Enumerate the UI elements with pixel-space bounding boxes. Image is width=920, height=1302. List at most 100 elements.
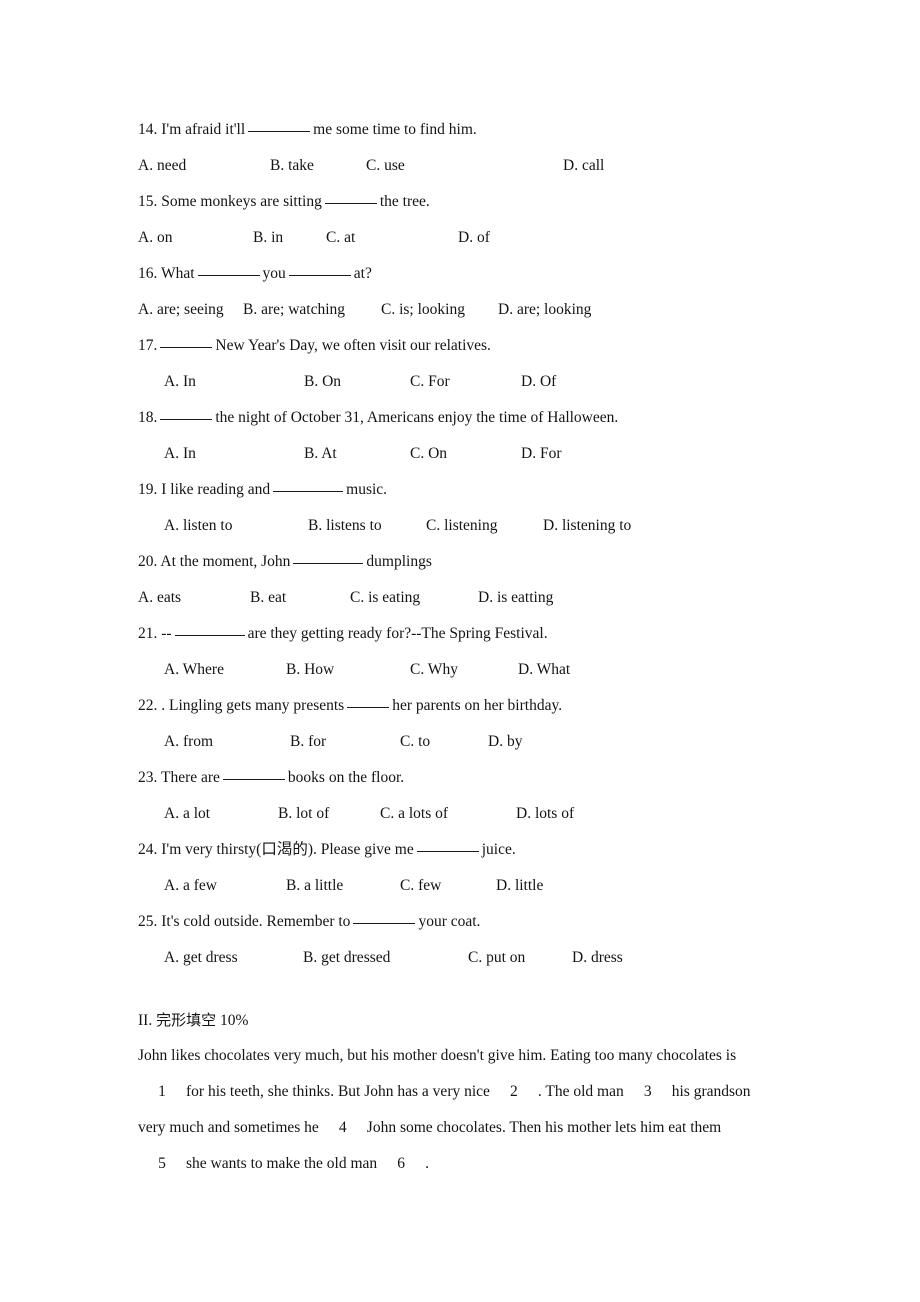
answer-option[interactable]: C. a lots of: [380, 796, 448, 832]
answer-blank[interactable]: [293, 563, 364, 564]
answer-option[interactable]: A. a few: [164, 868, 217, 904]
question-stem-text: you: [262, 265, 286, 282]
answer-option[interactable]: C. is eating: [350, 580, 420, 616]
answer-option[interactable]: D. call: [563, 148, 604, 184]
question-stem-text: books on the floor.: [287, 769, 405, 786]
answer-option[interactable]: C. Why: [410, 652, 458, 688]
answer-option[interactable]: A. a lot: [164, 796, 210, 832]
answer-option[interactable]: B. On: [304, 364, 341, 400]
question-stem: 17. New Year's Day, we often visit our re…: [138, 328, 838, 364]
answer-option[interactable]: C. at: [326, 220, 355, 256]
cloze-section: II. 完形填空 10% John likes chocolates very m…: [138, 1002, 838, 1182]
answer-option[interactable]: A. Where: [164, 652, 224, 688]
answer-option[interactable]: C. On: [410, 436, 447, 472]
cloze-blank-number[interactable]: 4: [335, 1110, 351, 1146]
answer-option[interactable]: B. listens to: [308, 508, 382, 544]
question-stem: 14. I'm afraid it'll me some time to find…: [138, 112, 838, 148]
answer-option[interactable]: D. listening to: [543, 508, 631, 544]
answer-option[interactable]: C. use: [366, 148, 405, 184]
answer-option[interactable]: C. For: [410, 364, 450, 400]
question-options-row: A. need B. take C. use D. call: [138, 148, 838, 184]
answer-option[interactable]: D. Of: [521, 364, 556, 400]
answer-option[interactable]: C. is; looking: [381, 292, 465, 328]
cloze-blank-number[interactable]: 6: [393, 1146, 409, 1182]
answer-option[interactable]: D. lots of: [516, 796, 574, 832]
answer-blank[interactable]: [248, 131, 311, 132]
answer-option[interactable]: A. on: [138, 220, 172, 256]
answer-option[interactable]: B. get dressed: [303, 940, 390, 976]
answer-option[interactable]: D. are; looking: [498, 292, 591, 328]
question-options-row: A. get dress B. get dressed C. put on D. dr…: [138, 940, 838, 976]
question-stem-text: your coat.: [418, 913, 481, 930]
answer-option[interactable]: B. for: [290, 724, 326, 760]
answer-option[interactable]: A. need: [138, 148, 186, 184]
question-stem-text: 19. I like reading and: [138, 481, 271, 498]
answer-blank[interactable]: [197, 275, 260, 276]
question-stem-text: me some time to find him.: [313, 121, 477, 138]
answer-blank[interactable]: [222, 779, 285, 780]
answer-option[interactable]: B. take: [270, 148, 314, 184]
answer-option[interactable]: D. dress: [572, 940, 623, 976]
answer-blank[interactable]: [273, 491, 344, 492]
answer-option[interactable]: A. listen to: [164, 508, 232, 544]
question-options-row: A. listen to B. listens to C. listening D. …: [138, 508, 838, 544]
answer-option[interactable]: D. by: [488, 724, 522, 760]
cloze-text-line: very much and sometimes he 4 John some cho…: [138, 1110, 838, 1146]
question-stem: 23. There are books on the floor.: [138, 760, 838, 796]
answer-blank[interactable]: [353, 923, 416, 924]
question-stem-text: 14. I'm afraid it'll: [138, 121, 246, 138]
question-stem-text: 25. It's cold outside. Remember to: [138, 913, 351, 930]
answer-blank[interactable]: [347, 707, 390, 708]
answer-option[interactable]: C. to: [400, 724, 430, 760]
cloze-text: .: [425, 1155, 429, 1172]
question-stem-text: dumplings: [366, 553, 432, 570]
answer-option[interactable]: C. listening: [426, 508, 497, 544]
answer-option[interactable]: A. are; seeing: [138, 292, 224, 328]
answer-blank[interactable]: [160, 347, 213, 348]
answer-option[interactable]: D. What: [518, 652, 570, 688]
question-stem-text: the tree.: [379, 193, 430, 210]
answer-option[interactable]: D. is eatting: [478, 580, 553, 616]
answer-blank[interactable]: [288, 275, 351, 276]
answer-option[interactable]: D. For: [521, 436, 561, 472]
answer-option[interactable]: B. a little: [286, 868, 343, 904]
answer-option[interactable]: B. in: [253, 220, 283, 256]
answer-option[interactable]: B. How: [286, 652, 334, 688]
cloze-blank-number[interactable]: 5: [154, 1146, 170, 1182]
cloze-text: . The old man: [537, 1083, 624, 1100]
answer-option[interactable]: D. of: [458, 220, 490, 256]
worksheet-body: 14. I'm afraid it'll me some time to find…: [138, 112, 838, 1182]
cloze-blank-number[interactable]: 2: [506, 1074, 522, 1110]
answer-option[interactable]: A. eats: [138, 580, 181, 616]
question-options-row: A. on B. in C. at D. of: [138, 220, 838, 256]
question-stem-text: the night of October 31, Americans enjoy…: [215, 409, 619, 426]
answer-option[interactable]: A. In: [164, 364, 196, 400]
answer-blank[interactable]: [324, 203, 377, 204]
question-stem-text: 20. At the moment, John: [138, 553, 291, 570]
question-stem-text: 22. . Lingling gets many presents: [138, 697, 345, 714]
answer-option[interactable]: B. lot of: [278, 796, 329, 832]
answer-option[interactable]: C. put on: [468, 940, 525, 976]
answer-option[interactable]: A. In: [164, 436, 196, 472]
cloze-text: she wants to make the old man: [186, 1155, 378, 1172]
question-stem: 21. -- are they getting ready for?--The S…: [138, 616, 838, 652]
answer-blank[interactable]: [416, 851, 479, 852]
answer-option[interactable]: D. little: [496, 868, 543, 904]
section-number: II.: [138, 1012, 153, 1029]
answer-option[interactable]: B. eat: [250, 580, 286, 616]
answer-blank[interactable]: [174, 635, 245, 636]
question-stem-text: 21. --: [138, 625, 172, 642]
cloze-blank-number[interactable]: 3: [640, 1074, 656, 1110]
answer-option[interactable]: B. are; watching: [243, 292, 345, 328]
answer-blank[interactable]: [160, 419, 213, 420]
answer-option[interactable]: C. few: [400, 868, 441, 904]
answer-option[interactable]: A. get dress: [164, 940, 238, 976]
answer-option[interactable]: A. from: [164, 724, 213, 760]
answer-option[interactable]: B. At: [304, 436, 337, 472]
question-stem: 16. What you at?: [138, 256, 838, 292]
cloze-text-line: 5 she wants to make the old man 6.: [138, 1146, 838, 1182]
cloze-blank-number[interactable]: 1: [154, 1074, 170, 1110]
question-options-row: A. In B. At C. On D. For: [138, 436, 838, 472]
question-stem-text: 18.: [138, 409, 158, 426]
